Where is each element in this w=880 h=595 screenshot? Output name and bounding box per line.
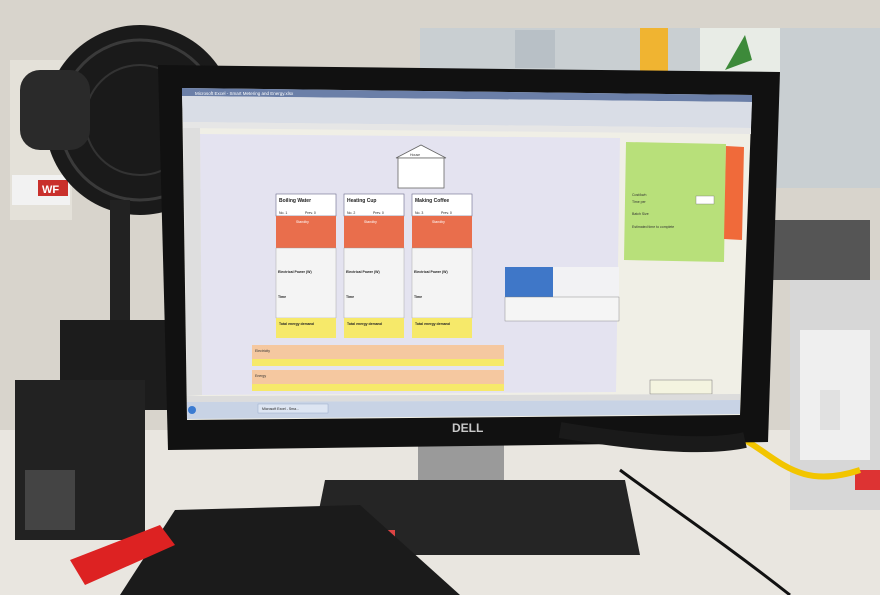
card-heating-cup: Heating Cup No. 2 Prev. 0 Standby Electr…	[343, 193, 405, 338]
info-text-area	[553, 267, 619, 297]
summary-energy-row	[252, 370, 504, 384]
card-row: No. 3	[415, 211, 423, 215]
card-row: Time	[414, 295, 422, 299]
side-label: Estimated time to complete	[632, 225, 674, 229]
card-row: Prev. 0	[441, 211, 452, 215]
side-red-strip	[724, 146, 744, 240]
card-row: Total energy demand	[347, 322, 382, 326]
right-desk-box	[770, 220, 870, 280]
left-sign-text: WF	[42, 184, 59, 196]
card-row: Prev. 0	[373, 211, 384, 215]
summary-electricity-row	[252, 345, 504, 359]
card-title: Heating Cup	[347, 198, 376, 204]
card-row: Prev. 0	[305, 211, 316, 215]
card-row: No. 1	[279, 211, 287, 215]
card-row: Standby	[432, 220, 445, 224]
fan-motor	[20, 70, 90, 150]
side-label: Cost/kwh	[632, 193, 646, 197]
card-title: Boiling Water	[279, 198, 311, 204]
blue-info-table	[505, 267, 553, 297]
notification-popup[interactable]	[649, 379, 713, 395]
house-body	[397, 157, 445, 189]
card-row: Total energy demand	[279, 322, 314, 326]
comment-box	[504, 296, 620, 322]
house-label: House	[410, 153, 420, 157]
card-row: Electrical Power (W)	[346, 270, 380, 274]
card-making-coffee: Making Coffee No. 3 Prev. 0 Standby Elec…	[411, 193, 473, 338]
card-row: Standby	[364, 220, 377, 224]
card-row: Standby	[296, 220, 309, 224]
wall-poster	[515, 30, 555, 68]
card-row: Time	[278, 295, 286, 299]
card-row: Electrical Power (W)	[414, 270, 448, 274]
taskbar-item-label: Microsoft Excel - Sma...	[262, 407, 299, 411]
card-row: Total energy demand	[415, 322, 450, 326]
card-row: No. 2	[347, 211, 355, 215]
card-row: Time	[346, 295, 354, 299]
card-title: Making Coffee	[415, 198, 449, 204]
summary-label: Electricity	[255, 349, 270, 353]
photo-scene: WF DELL Microsoft Excel - Smart Metering…	[0, 0, 880, 595]
start-button-icon[interactable]	[188, 406, 196, 414]
side-label: Time per	[632, 200, 647, 204]
monitor-brand: DELL	[452, 421, 483, 435]
side-label: Batch Size	[632, 212, 649, 216]
summary-label: Energy	[255, 374, 266, 378]
card-boiling-water: Boiling Water No. 1 Prev. 0 Standby Elec…	[275, 193, 337, 338]
card-row: Electrical Power (W)	[278, 270, 312, 274]
excel-window-title: Microsoft Excel - Smart Metering and Ene…	[195, 91, 294, 96]
